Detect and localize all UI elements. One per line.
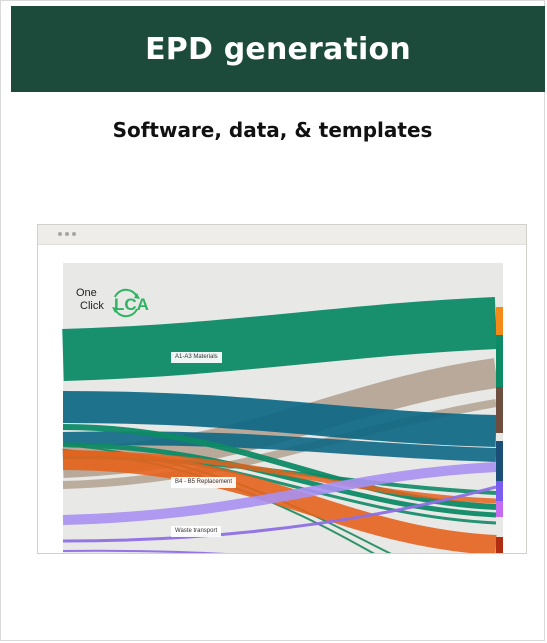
node-orange (496, 307, 503, 335)
node-magenta (496, 501, 503, 517)
flow-teal-materials (62, 297, 498, 381)
browser-window-screenshot: One Click LCA A1-A3 Materials B4 - B5 Re… (37, 224, 527, 554)
window-dot-icon (65, 232, 69, 236)
window-dot-icon (72, 232, 76, 236)
node-red (496, 537, 503, 553)
node-teal (496, 335, 503, 387)
window-dot-icon (58, 232, 62, 236)
node-violet (496, 481, 503, 501)
subtitle: Software, data, & templates (112, 118, 433, 142)
flow-label-materials: A1-A3 Materials (171, 352, 222, 363)
browser-titlebar (38, 225, 526, 245)
flow-label-replacement: B4 - B5 Replacement (171, 477, 237, 488)
one-click-lca-logo: One Click LCA (76, 287, 176, 327)
node-navy (496, 441, 503, 481)
flow-label-transport: Waste transport (171, 526, 222, 537)
node-brown (496, 387, 503, 433)
header-bar: EPD generation (11, 6, 545, 92)
page-title: EPD generation (145, 31, 411, 67)
